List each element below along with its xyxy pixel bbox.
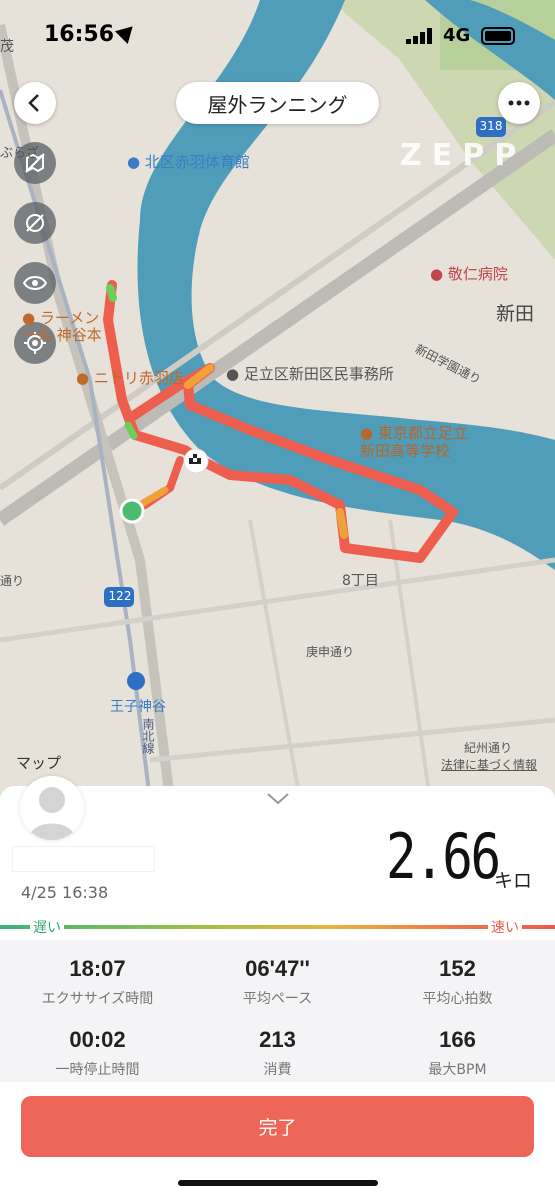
legal-link[interactable]: 法律に基づく情報	[441, 756, 537, 773]
stat-label: 平均ペース	[242, 991, 313, 1007]
map-label-line: 南北線	[141, 718, 155, 754]
signal-icon	[406, 28, 436, 44]
poi-ramen: ● ラーメン 一丸 神谷本	[22, 309, 102, 344]
poi-office: ● 足立区新田区民事務所	[226, 365, 394, 383]
stats-grid: 18:07 エクササイズ時間 06'47'' 平均ペース 152 平均心拍数 0…	[0, 940, 555, 1082]
stat-calories: 213 消費	[185, 1027, 370, 1079]
stat-avg-heart-rate: 152 平均心拍数	[365, 956, 550, 1008]
poi-hospital: ● 敬仁病院	[430, 265, 508, 283]
speed-fast-label: 速い	[488, 917, 522, 937]
route-shield-318: 318	[479, 119, 503, 133]
chevron-left-icon	[28, 94, 39, 112]
workout-datetime: 4/25 16:38	[21, 883, 109, 902]
map-label: 8丁目	[342, 573, 379, 589]
status-time: 16:56	[44, 22, 115, 47]
stat-label: 平均心拍数	[422, 991, 493, 1007]
stat-exercise-time: 18:07 エクササイズ時間	[5, 956, 190, 1008]
map-label-street: 紀州通り	[464, 741, 513, 755]
stat-label: 最大BPM	[428, 1062, 487, 1078]
poi-gym: ● 北区赤羽体育館	[127, 153, 250, 171]
route-map[interactable]: 16:56 4G 屋外ランニング ZEPP 茂 ぶらざ ● 北区赤羽体育館 ● …	[0, 0, 555, 800]
home-indicator[interactable]	[178, 1180, 378, 1186]
stat-max-bpm: 166 最大BPM	[365, 1027, 550, 1079]
user-placeholder-icon	[28, 787, 76, 840]
location-arrow-icon	[114, 19, 140, 45]
map-label: 茂	[0, 39, 14, 55]
map-label: ぶらざ	[0, 146, 40, 161]
network-type: 4G	[443, 25, 471, 46]
stat-label: エクササイズ時間	[41, 991, 154, 1007]
more-button[interactable]	[498, 82, 540, 124]
stat-pause-time: 00:02 一時停止時間	[5, 1027, 190, 1079]
poi-nitori: ● ニトリ赤羽店	[76, 369, 184, 387]
stat-label: 一時停止時間	[55, 1062, 140, 1078]
battery-icon	[481, 27, 515, 45]
distance-unit: キロ	[494, 870, 533, 892]
brand-watermark: ZEPP	[400, 138, 527, 173]
workout-type-title: 屋外ランニング	[176, 82, 379, 124]
stat-value: 06'47''	[245, 956, 310, 981]
visibility-toggle-button[interactable]	[14, 262, 56, 304]
eye-icon	[23, 276, 47, 290]
more-dots-icon	[508, 100, 530, 106]
avatar[interactable]	[20, 776, 84, 840]
stat-avg-pace: 06'47'' 平均ペース	[185, 956, 370, 1008]
poi-school: ● 東京都立足立新田高等学校	[360, 424, 468, 460]
start-point	[119, 498, 145, 524]
map-label-area: 新田	[496, 303, 535, 325]
status-bar: 16:56 4G	[0, 0, 555, 70]
done-button[interactable]: 完了	[21, 1096, 534, 1157]
user-name-field	[12, 846, 155, 872]
route-shield-122: 122	[108, 589, 132, 603]
stat-value: 00:02	[69, 1027, 126, 1052]
speed-slow-label: 遅い	[30, 917, 64, 937]
chevron-down-icon[interactable]	[266, 792, 290, 806]
stat-value: 152	[439, 956, 476, 981]
map-attribution: マップ	[16, 754, 62, 772]
stat-value: 213	[259, 1027, 296, 1052]
stat-label: 消費	[263, 1062, 292, 1078]
map-label-street: 庚申通り	[306, 645, 355, 659]
location-off-icon	[26, 214, 44, 232]
map-label-station: 王子神谷	[110, 699, 166, 715]
back-button[interactable]	[14, 82, 56, 124]
stat-value: 166	[439, 1027, 476, 1052]
distance-value: 2.66	[386, 820, 501, 893]
stat-value: 18:07	[69, 956, 126, 981]
location-toggle-button[interactable]	[14, 202, 56, 244]
map-label-street: 通り	[0, 574, 25, 588]
speed-gradient-bar	[0, 925, 555, 929]
